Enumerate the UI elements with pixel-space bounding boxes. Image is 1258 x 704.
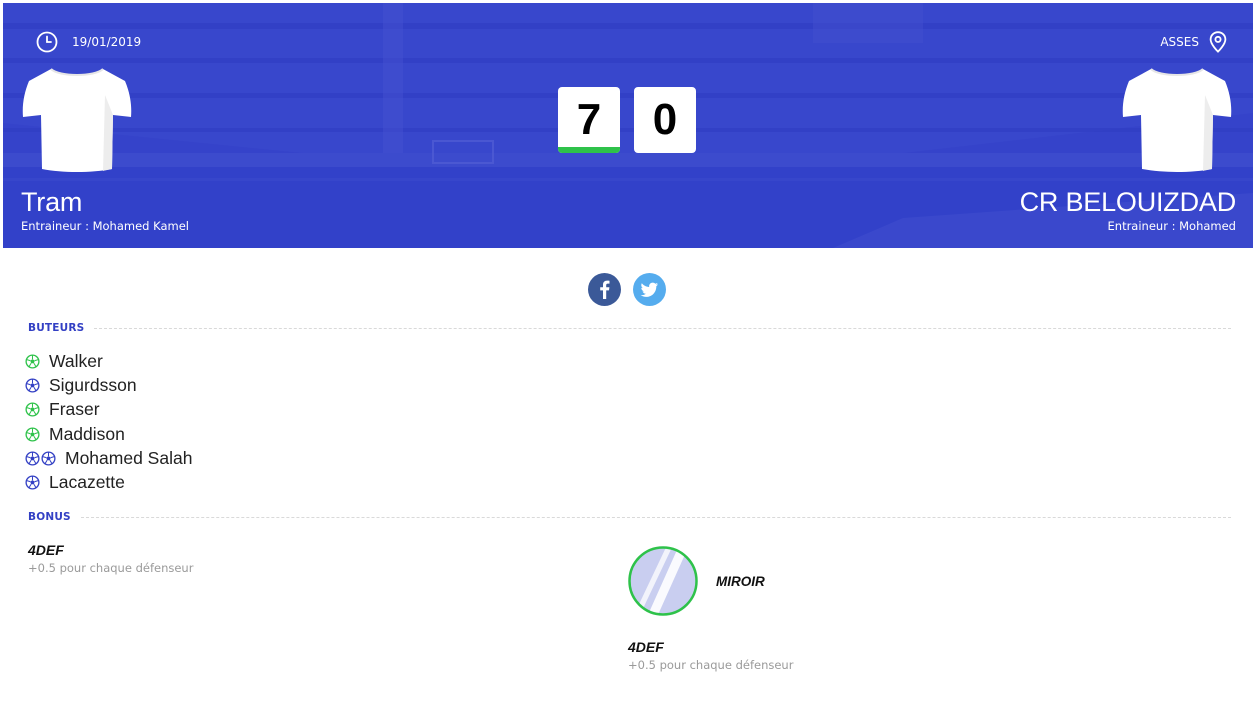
twitter-share-button[interactable] bbox=[633, 273, 666, 306]
bonus-header: BONUS bbox=[28, 511, 1231, 523]
football-icon bbox=[41, 451, 56, 466]
football-icon bbox=[25, 402, 40, 417]
share-buttons bbox=[588, 273, 666, 306]
scorer-name[interactable]: Sigurdsson bbox=[49, 375, 137, 396]
football-icon bbox=[25, 475, 40, 490]
home-team-coach: Entraineur : Mohamed Kamel bbox=[21, 219, 189, 233]
away-score-value: 0 bbox=[652, 95, 678, 144]
goal-icons bbox=[25, 426, 40, 442]
facebook-icon bbox=[600, 280, 610, 299]
match-date: 19/01/2019 bbox=[36, 31, 141, 53]
scorer-name[interactable]: Mohamed Salah bbox=[65, 448, 192, 469]
goal-icons bbox=[25, 475, 40, 490]
scorer-row: Lacazette bbox=[25, 470, 192, 494]
home-team: Tram Entraineur : Mohamed Kamel bbox=[21, 186, 189, 234]
away-bonus: 4DEF +0.5 pour chaque défenseur bbox=[628, 639, 793, 672]
divider bbox=[94, 327, 1231, 329]
mirror-bonus-icon bbox=[628, 546, 698, 616]
scorer-row: Walker bbox=[25, 349, 192, 373]
mirror-bonus-label: MIROIR bbox=[716, 574, 765, 589]
scorers-header: BUTEURS bbox=[28, 322, 1231, 334]
away-team-coach: Entraineur : Mohamed bbox=[1107, 219, 1236, 233]
winner-indicator bbox=[558, 147, 620, 153]
football-icon bbox=[25, 378, 40, 393]
match-card: 19/01/2019 ASSES 7 0 Tram Entraineur: M… bbox=[3, 3, 1253, 704]
goal-icons bbox=[25, 402, 40, 417]
away-bonus-title: 4DEF bbox=[628, 639, 664, 655]
away-team: CR BELOUIZDAD Entraineur : Mohamed bbox=[1020, 186, 1237, 234]
football-icon bbox=[25, 354, 40, 369]
goal-icons bbox=[25, 354, 40, 369]
football-icon bbox=[25, 451, 40, 466]
away-team-name[interactable]: CR BELOUIZDAD bbox=[1020, 186, 1237, 218]
home-bonus-title: 4DEF bbox=[28, 542, 64, 558]
away-bonus-description: +0.5 pour chaque défenseur bbox=[628, 658, 794, 672]
scorer-row: Mohamed Salah bbox=[25, 446, 192, 470]
scorer-row: Fraser bbox=[25, 398, 192, 422]
match-location-text: ASSES bbox=[1160, 35, 1199, 49]
match-date-text: 19/01/2019 bbox=[72, 35, 142, 49]
scorer-name[interactable]: Walker bbox=[49, 351, 103, 372]
twitter-icon bbox=[640, 282, 658, 297]
home-team-name[interactable]: Tram bbox=[21, 186, 189, 218]
divider bbox=[80, 516, 1231, 518]
home-jersey-icon bbox=[22, 68, 132, 172]
home-score-value: 7 bbox=[576, 95, 602, 144]
scorer-row: Sigurdsson bbox=[25, 373, 192, 397]
clock-icon bbox=[36, 31, 58, 53]
home-bonus: 4DEF +0.5 pour chaque défenseur bbox=[28, 542, 193, 575]
away-score: 0 bbox=[634, 87, 696, 153]
match-page: 19/01/2019 ASSES 7 0 Tram Entraineur: M… bbox=[0, 0, 1258, 704]
goal-icons bbox=[25, 451, 56, 466]
football-icon bbox=[25, 426, 40, 442]
scorers-list: Walker Sigurdsson Fraser Maddison Mohamed Sa… bbox=[25, 349, 192, 495]
match-header: 19/01/2019 ASSES 7 0 Tram Entraineur: M… bbox=[3, 3, 1253, 248]
home-score: 7 bbox=[558, 87, 620, 153]
facebook-share-button[interactable] bbox=[588, 273, 621, 306]
away-jersey-icon bbox=[1122, 68, 1232, 172]
bonus-title: BONUS bbox=[28, 511, 71, 523]
scorer-row: Maddison bbox=[25, 422, 192, 446]
goal-icons bbox=[25, 378, 40, 393]
location-pin-icon bbox=[1209, 31, 1227, 53]
scorer-name[interactable]: Fraser bbox=[49, 399, 100, 420]
scorers-title: BUTEURS bbox=[28, 322, 85, 334]
match-location: ASSES bbox=[1160, 31, 1227, 53]
home-bonus-description: +0.5 pour chaque défenseur bbox=[28, 561, 194, 575]
scorer-name[interactable]: Maddison bbox=[49, 424, 125, 445]
scorer-name[interactable]: Lacazette bbox=[49, 472, 125, 493]
